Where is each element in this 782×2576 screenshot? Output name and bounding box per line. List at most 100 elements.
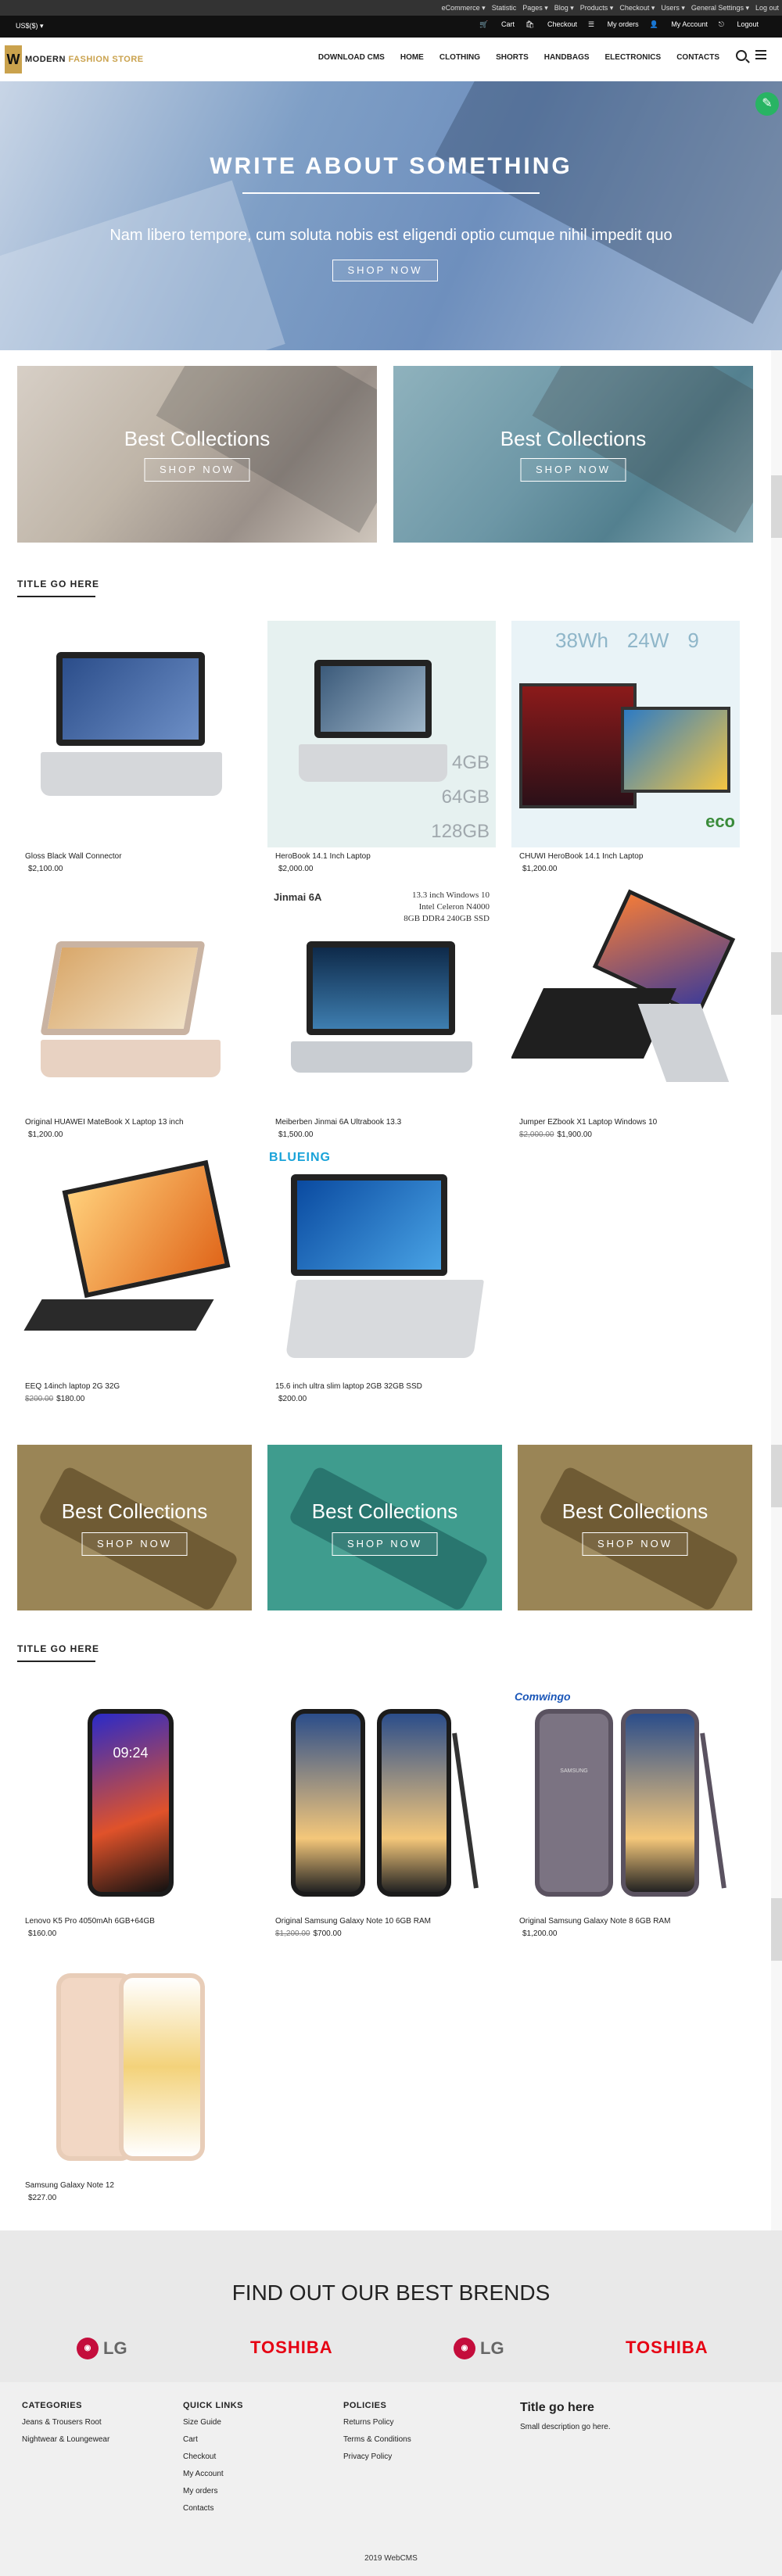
admin-menu-products[interactable]: Products ▾ bbox=[580, 4, 614, 13]
scrollbar-thumb[interactable] bbox=[771, 475, 782, 538]
s-pen-image bbox=[700, 1732, 726, 1889]
nav-handbags[interactable]: HANDBAGS bbox=[544, 53, 590, 62]
hero-shop-now-button[interactable]: SHOP NOW bbox=[332, 260, 438, 281]
banner-shop-now-button[interactable]: SHOP NOW bbox=[582, 1532, 688, 1556]
product-image[interactable] bbox=[511, 887, 740, 1113]
collection-banner[interactable]: Best Collections SHOP NOW bbox=[393, 366, 753, 543]
footer-link[interactable]: Returns Policy bbox=[343, 2418, 411, 2427]
admin-menu-pages[interactable]: Pages ▾ bbox=[522, 4, 548, 13]
admin-menu-checkout[interactable]: Checkout ▾ bbox=[619, 4, 655, 13]
admin-menu-statistic[interactable]: Statistic bbox=[492, 4, 517, 12]
nav-contacts[interactable]: CONTACTS bbox=[676, 53, 719, 62]
admin-menu-ecommerce[interactable]: eCommerce ▾ bbox=[442, 4, 486, 13]
brand-logo-toshiba[interactable]: TOSHIBA bbox=[250, 2338, 333, 2358]
product-name[interactable]: Original Samsung Galaxy Note 10 6GB RAM bbox=[275, 1917, 431, 1926]
product-image[interactable] bbox=[17, 887, 246, 1113]
laptop-keyboard bbox=[291, 1041, 472, 1073]
footer-link[interactable]: Checkout bbox=[183, 2452, 243, 2461]
product-image[interactable]: BLUEING bbox=[267, 1151, 496, 1378]
menu-icon[interactable] bbox=[755, 50, 766, 59]
banner-shop-now-button[interactable]: SHOP NOW bbox=[81, 1532, 188, 1556]
footer-link[interactable]: My orders bbox=[183, 2487, 243, 2495]
nav-download-cms[interactable]: DOWNLOAD CMS bbox=[318, 53, 385, 62]
section-title-text: TITLE GO HERE bbox=[17, 579, 100, 589]
spec-w: 24W bbox=[626, 629, 669, 652]
product-name[interactable]: Jumper EZbook X1 Laptop Windows 10 bbox=[519, 1118, 657, 1127]
banner-shop-now-button[interactable]: SHOP NOW bbox=[332, 1532, 438, 1556]
footer-link[interactable]: Nightwear & Loungewear bbox=[22, 2435, 109, 2444]
product-image[interactable]: 4GB 64GB 128GB bbox=[267, 621, 496, 847]
nav-home[interactable]: HOME bbox=[400, 53, 424, 62]
admin-logout-link[interactable]: Log out bbox=[755, 4, 779, 12]
footer-link[interactable]: Size Guide bbox=[183, 2418, 243, 2427]
logo-mark: W bbox=[5, 45, 22, 73]
product-card[interactable]: 38Wh 24W 9 eco CHUWI HeroBook 14.1 Inch … bbox=[511, 621, 740, 879]
edit-pencil-icon[interactable]: ✎ bbox=[755, 92, 779, 116]
product-card[interactable]: Jinmai 6A 13.3 inch Windows 10 Intel Cel… bbox=[267, 887, 496, 1145]
cart-link[interactable]: 🛒 Cart bbox=[479, 20, 515, 29]
currency-select[interactable]: US$($) ▾ bbox=[16, 22, 44, 30]
brand-logo-lg[interactable]: ◉ LG bbox=[77, 2338, 127, 2360]
footer-link[interactable]: Contacts bbox=[183, 2504, 243, 2513]
product-image[interactable] bbox=[17, 621, 246, 847]
collection-banner[interactable]: Best Collections SHOP NOW bbox=[17, 366, 377, 543]
product-image[interactable] bbox=[17, 1950, 246, 2177]
product-image[interactable]: 09:24 bbox=[17, 1686, 246, 1912]
product-name[interactable]: Meiberben Jinmai 6A Ultrabook 13.3 bbox=[275, 1118, 401, 1127]
product-card[interactable]: Samsung Galaxy Note 12 $227.00 bbox=[17, 1950, 246, 2208]
product-image[interactable]: 38Wh 24W 9 eco bbox=[511, 621, 740, 847]
spec-hr: 9 bbox=[687, 629, 699, 652]
product-card[interactable]: 4GB 64GB 128GB HeroBook 14.1 Inch Laptop… bbox=[267, 621, 496, 879]
my-account-link[interactable]: 👤 My Account bbox=[650, 20, 708, 29]
product-card[interactable]: 09:24 Lenovo K5 Pro 4050mAh 6GB+64GB $16… bbox=[17, 1686, 246, 1944]
spec-line-1: 13.3 inch Windows 10 bbox=[412, 890, 490, 900]
product-image[interactable]: Comwingo SAMSUNG bbox=[511, 1686, 740, 1912]
product-current-price: $2,000.00 bbox=[278, 865, 314, 873]
product-card[interactable]: Jumper EZbook X1 Laptop Windows 10 $2,00… bbox=[511, 887, 740, 1145]
checkout-link[interactable]: 🛍 Checkout bbox=[526, 20, 577, 29]
laptop-keyboard bbox=[41, 1040, 221, 1077]
product-image[interactable] bbox=[267, 1686, 496, 1912]
footer-link[interactable]: Jeans & Trousers Root bbox=[22, 2418, 109, 2427]
product-name[interactable]: 15.6 inch ultra slim laptop 2GB 32GB SSD bbox=[275, 1382, 422, 1391]
nav-shorts[interactable]: SHORTS bbox=[496, 53, 529, 62]
logout-link[interactable]: ⎋ Logout bbox=[719, 20, 759, 29]
product-name[interactable]: CHUWI HeroBook 14.1 Inch Laptop bbox=[519, 852, 643, 861]
product-card[interactable]: Original Samsung Galaxy Note 10 6GB RAM … bbox=[267, 1686, 496, 1944]
banner-shop-now-button[interactable]: SHOP NOW bbox=[520, 458, 626, 482]
product-name[interactable]: Original Samsung Galaxy Note 8 6GB RAM bbox=[519, 1917, 670, 1926]
product-card[interactable]: EEQ 14inch laptop 2G 32G $200.00 $180.00 bbox=[17, 1151, 246, 1409]
my-orders-link[interactable]: ☰ My orders bbox=[588, 20, 639, 29]
admin-menu-users[interactable]: Users ▾ bbox=[661, 4, 685, 13]
brand-logo-toshiba[interactable]: TOSHIBA bbox=[626, 2338, 708, 2358]
product-image[interactable] bbox=[17, 1151, 246, 1378]
nav-clothing[interactable]: CLOTHING bbox=[439, 53, 480, 62]
search-icon[interactable] bbox=[736, 50, 747, 61]
collection-banner[interactable]: Best Collections SHOP NOW bbox=[17, 1445, 252, 1610]
logo[interactable]: W MODERN FASHION STORE bbox=[5, 44, 144, 75]
footer-link[interactable]: My Account bbox=[183, 2470, 243, 2478]
product-name[interactable]: Samsung Galaxy Note 12 bbox=[25, 2181, 114, 2190]
logo-text: MODERN FASHION STORE bbox=[25, 55, 144, 64]
product-card[interactable]: Original HUAWEI MateBook X Laptop 13 inc… bbox=[17, 887, 246, 1145]
product-name[interactable]: Gloss Black Wall Connector bbox=[25, 852, 122, 861]
collection-banner[interactable]: Best Collections SHOP NOW bbox=[518, 1445, 752, 1610]
banner-shop-now-button[interactable]: SHOP NOW bbox=[144, 458, 250, 482]
product-name[interactable]: HeroBook 14.1 Inch Laptop bbox=[275, 852, 371, 861]
product-name[interactable]: Original HUAWEI MateBook X Laptop 13 inc… bbox=[25, 1118, 184, 1127]
product-name[interactable]: EEQ 14inch laptop 2G 32G bbox=[25, 1382, 120, 1391]
admin-menu-blog[interactable]: Blog ▾ bbox=[554, 4, 574, 13]
product-image[interactable]: Jinmai 6A 13.3 inch Windows 10 Intel Cel… bbox=[267, 887, 496, 1113]
admin-menu-general-settings[interactable]: General Settings ▾ bbox=[691, 4, 749, 13]
footer-link[interactable]: Privacy Policy bbox=[343, 2452, 411, 2461]
product-card[interactable]: Gloss Black Wall Connector $2,100.00 bbox=[17, 621, 246, 879]
collection-banner[interactable]: Best Collections SHOP NOW bbox=[267, 1445, 502, 1610]
product-card[interactable]: BLUEING 15.6 inch ultra slim laptop 2GB … bbox=[267, 1151, 496, 1409]
product-name[interactable]: Lenovo K5 Pro 4050mAh 6GB+64GB bbox=[25, 1917, 155, 1926]
footer-link[interactable]: Terms & Conditions bbox=[343, 2435, 411, 2444]
admin-bar: eCommerce ▾ Statistic Pages ▾ Blog ▾ Pro… bbox=[0, 0, 782, 16]
footer-link[interactable]: Cart bbox=[183, 2435, 243, 2444]
nav-electronics[interactable]: ELECTRONICS bbox=[605, 53, 662, 62]
product-card[interactable]: Comwingo SAMSUNG Original Samsung Galaxy… bbox=[511, 1686, 740, 1944]
brand-logo-lg[interactable]: ◉ LG bbox=[454, 2338, 504, 2360]
